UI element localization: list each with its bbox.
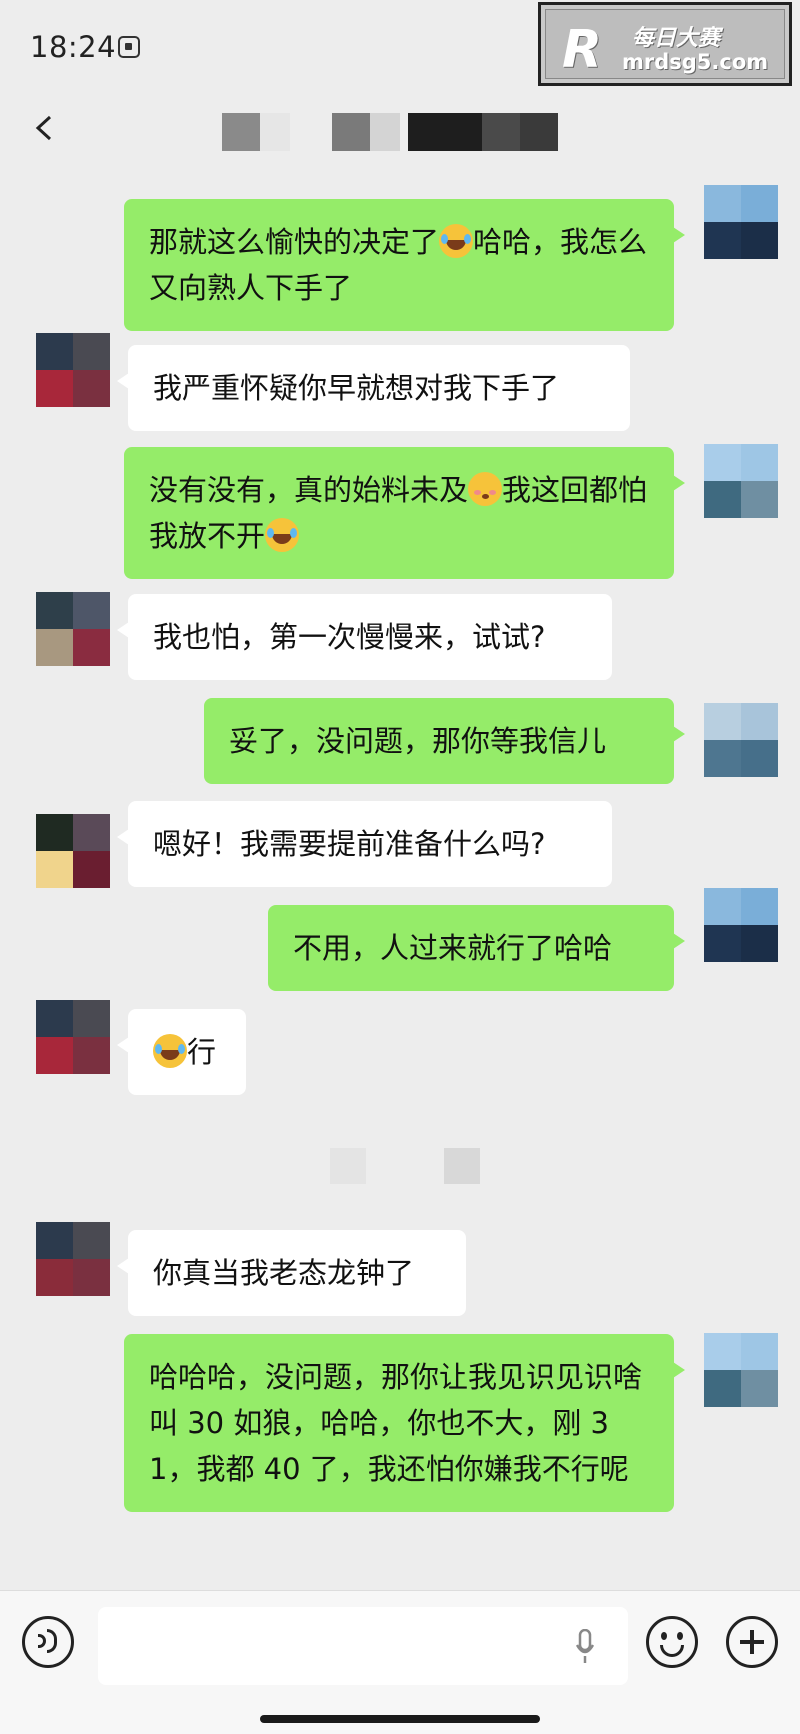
message-text: 哈哈哈，没问题，那你让我见识见识啥叫 30 如狼，哈哈，你也不大，刚 31，我都… <box>149 1360 643 1486</box>
message-bubble[interactable]: 行 <box>117 1009 246 1095</box>
message-bubble[interactable]: 那就这么愉快的决定了 哈哈，我怎么又向熟人下手了 <box>124 199 685 331</box>
message-bubble[interactable]: 不用，人过来就行了哈哈 <box>268 905 685 991</box>
status-time: 18:24 <box>30 30 117 64</box>
message-bubble[interactable]: 你真当我老态龙钟了 <box>117 1230 466 1316</box>
watermark-title: 每日大赛 <box>632 26 721 51</box>
self-avatar[interactable] <box>704 185 778 259</box>
message-text: 没有没有，真的始料未及 <box>149 473 469 507</box>
input-bar <box>0 1590 800 1734</box>
back-arrow-icon[interactable] <box>32 115 58 141</box>
chat-title-redacted <box>222 113 560 151</box>
message-text: 我也怕，第一次慢慢来，试试? <box>153 620 546 654</box>
more-actions-button[interactable] <box>726 1616 778 1668</box>
self-avatar[interactable] <box>704 703 778 777</box>
chat-header <box>0 95 800 183</box>
message-bubble[interactable]: 妥了，没问题，那你等我信儿 <box>204 698 685 784</box>
message-text: 你真当我老态龙钟了 <box>153 1256 415 1290</box>
message-text: 那就这么愉快的决定了 <box>149 225 440 259</box>
self-avatar[interactable] <box>704 444 778 518</box>
screen-record-icon <box>118 36 140 58</box>
message-text: 行 <box>187 1035 217 1069</box>
message-bubble[interactable]: 哈哈哈，没问题，那你让我见识见识啥叫 30 如狼，哈哈，你也不大，刚 31，我都… <box>124 1334 685 1512</box>
message-bubble[interactable]: 嗯好！我需要提前准备什么吗? <box>117 801 612 887</box>
watermark-logo: R <box>562 20 603 80</box>
watermark-url: mrdsg5.com <box>622 50 769 74</box>
voice-toggle-button[interactable] <box>22 1616 74 1668</box>
emoji-button[interactable] <box>646 1616 698 1668</box>
home-indicator <box>260 1715 540 1723</box>
contact-avatar[interactable] <box>36 1000 110 1074</box>
message-text: 嗯好！我需要提前准备什么吗? <box>153 827 546 861</box>
message-bubble[interactable]: 没有没有，真的始料未及 我这回都怕我放不开 <box>124 447 685 579</box>
contact-avatar[interactable] <box>36 1222 110 1296</box>
laugh-cry-emoji-icon <box>265 518 300 552</box>
laugh-cry-emoji-icon <box>439 224 474 258</box>
message-bubble[interactable]: 我也怕，第一次慢慢来，试试? <box>117 594 612 680</box>
contact-avatar[interactable] <box>36 592 110 666</box>
message-bubble[interactable]: 我严重怀疑你早就想对我下手了 <box>117 345 630 431</box>
message-input[interactable] <box>98 1607 628 1685</box>
blush-emoji-icon <box>468 472 503 506</box>
message-text: 不用，人过来就行了哈哈 <box>293 931 613 965</box>
time-divider-redacted <box>330 1148 480 1184</box>
message-text: 妥了，没问题，那你等我信儿 <box>229 724 607 758</box>
contact-avatar[interactable] <box>36 814 110 888</box>
self-avatar[interactable] <box>704 1333 778 1407</box>
microphone-icon[interactable] <box>576 1629 594 1665</box>
laugh-cry-emoji-icon <box>153 1034 187 1068</box>
watermark: R 每日大赛 mrdsg5.com <box>538 2 792 86</box>
self-avatar[interactable] <box>704 888 778 962</box>
message-text: 我严重怀疑你早就想对我下手了 <box>153 371 560 405</box>
contact-avatar[interactable] <box>36 333 110 407</box>
